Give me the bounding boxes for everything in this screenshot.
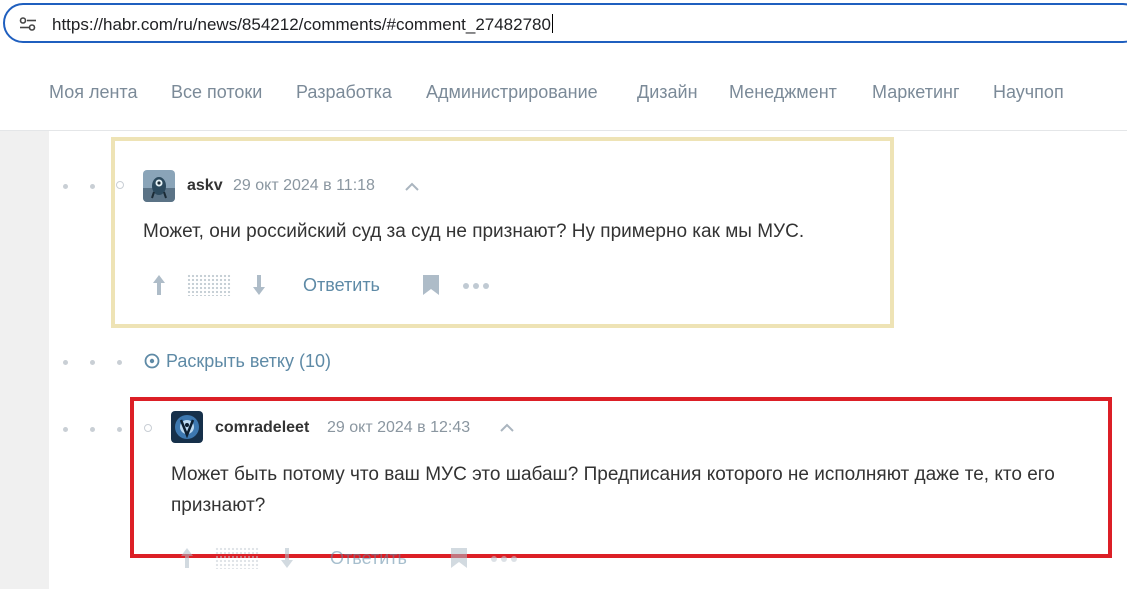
- vote-score: [187, 274, 231, 296]
- nav-item-design[interactable]: Дизайн: [637, 82, 698, 103]
- comment-time[interactable]: 29 окт 2024 в 12:43: [327, 419, 470, 437]
- more-icon[interactable]: [462, 282, 490, 290]
- hubs-navigation: Моя лента Все потоки Разработка Админист…: [0, 52, 1127, 131]
- more-icon[interactable]: [490, 555, 518, 563]
- comment-username[interactable]: askv: [187, 177, 223, 195]
- comment-text: Может, они российский суд за суд не приз…: [143, 221, 805, 242]
- nav-item-all-streams[interactable]: Все потоки: [171, 82, 262, 103]
- reply-button[interactable]: Ответить: [303, 275, 380, 296]
- url-text[interactable]: https://habr.com/ru/news/854212/comments…: [52, 14, 553, 35]
- nav-item-popsci[interactable]: Научпоп: [993, 82, 1064, 103]
- avatar[interactable]: [143, 170, 175, 202]
- thread-dot: [90, 427, 95, 432]
- expand-branch-button[interactable]: Раскрыть ветку (10): [144, 351, 331, 372]
- thread-dot: [63, 427, 68, 432]
- comment-time[interactable]: 29 окт 2024 в 11:18: [233, 177, 375, 195]
- avatar[interactable]: [171, 411, 203, 443]
- nav-item-administration[interactable]: Администрирование: [426, 82, 598, 103]
- thread-dot: [63, 360, 68, 365]
- nav-item-development[interactable]: Разработка: [296, 82, 392, 103]
- thread-dot: [90, 184, 95, 189]
- nav-item-management[interactable]: Менеджмент: [729, 82, 837, 103]
- chevron-up-icon[interactable]: [499, 423, 515, 433]
- vote-up-icon[interactable]: [151, 273, 167, 297]
- reply-button[interactable]: Ответить: [330, 548, 407, 569]
- comment-username[interactable]: comradeleet: [215, 419, 309, 437]
- thread-dot: [90, 360, 95, 365]
- expand-branch-label: Раскрыть ветку (10): [166, 351, 331, 371]
- bookmark-icon[interactable]: [422, 274, 440, 296]
- expand-circle-icon: [144, 353, 160, 369]
- vote-up-icon[interactable]: [179, 546, 195, 570]
- browser-toolbar: https://habr.com/ru/news/854212/comments…: [0, 0, 1127, 52]
- vote-down-icon[interactable]: [251, 273, 267, 297]
- address-bar[interactable]: https://habr.com/ru/news/854212/comments…: [3, 3, 1127, 43]
- bookmark-icon[interactable]: [450, 547, 468, 569]
- vote-down-icon[interactable]: [279, 546, 295, 570]
- thread-dot: [117, 360, 122, 365]
- site-settings-icon[interactable]: [19, 17, 37, 31]
- chevron-up-icon[interactable]: [404, 182, 420, 192]
- thread-dot: [117, 427, 122, 432]
- vote-score: [215, 547, 259, 569]
- comment-actions: Ответить: [130, 540, 630, 570]
- comment-text: Может быть потому что ваш МУС это шабаш?…: [171, 464, 1055, 516]
- nav-item-marketing[interactable]: Маркетинг: [872, 82, 960, 103]
- nav-item-my-feed[interactable]: Моя лента: [49, 82, 137, 103]
- thread-dot: [63, 184, 68, 189]
